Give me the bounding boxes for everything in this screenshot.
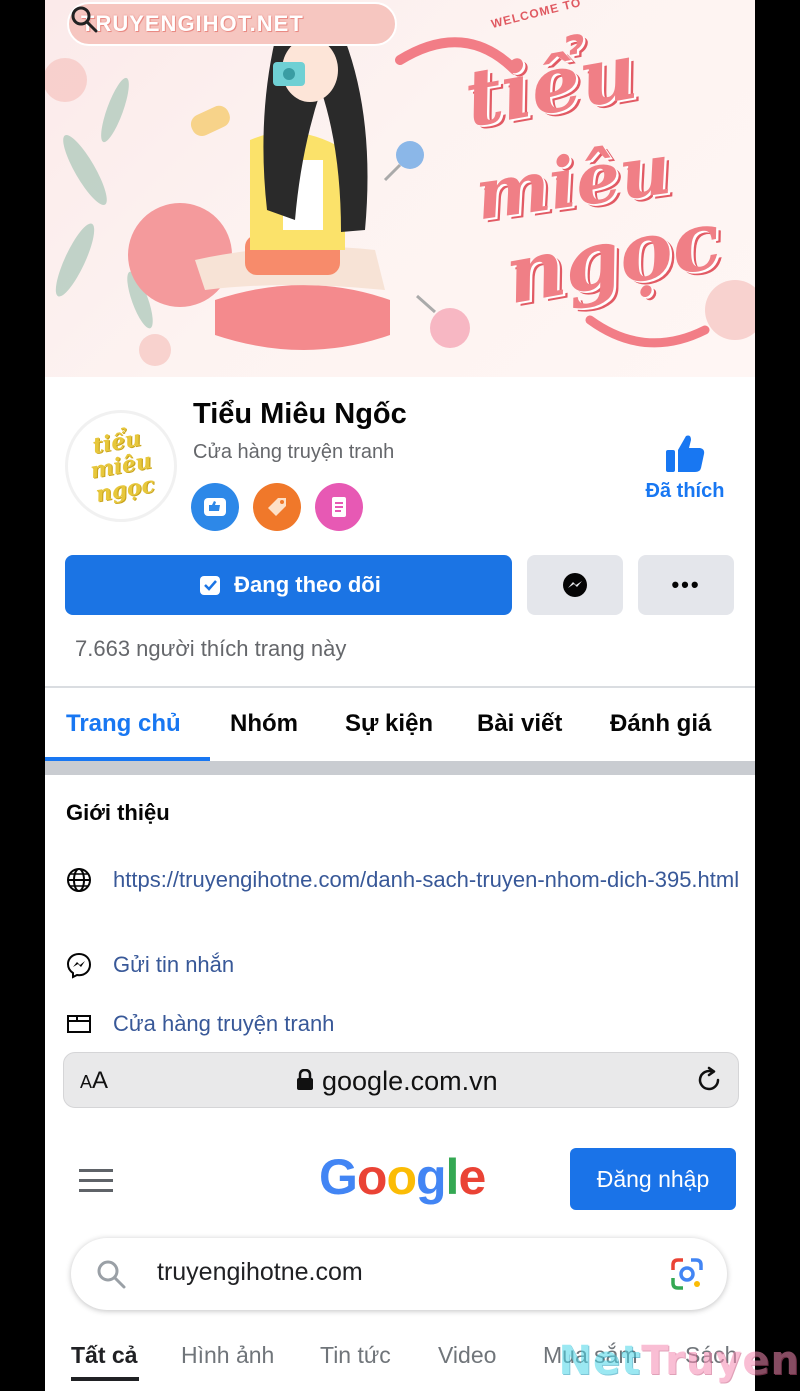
page-title: Tiểu Miêu Ngốc [193, 398, 407, 430]
following-label: Đang theo dõi [234, 572, 381, 597]
website-link[interactable]: https://truyengihotne.com/danh-sach-truy… [113, 866, 739, 894]
intro-website-row: https://truyengihotne.com/danh-sach-truy… [65, 866, 745, 894]
text-size-small-a: A [80, 1072, 93, 1092]
tab-groups[interactable]: Nhóm [230, 710, 298, 738]
text-size-button[interactable]: AA [80, 1067, 108, 1095]
search-query[interactable]: truyengihotne.com [157, 1258, 363, 1287]
thumbs-up-icon [666, 435, 705, 472]
more-options-button[interactable]: ••• [638, 555, 734, 615]
google-tab-images[interactable]: Hình ảnh [181, 1342, 274, 1369]
shop-category-link[interactable]: Cửa hàng truyện tranh [113, 1010, 334, 1038]
google-lens-icon[interactable] [669, 1256, 705, 1292]
menu-icon[interactable] [79, 1168, 113, 1194]
site-label: TRUYENGIHOT.NET [81, 11, 304, 36]
google-tab-all[interactable]: Tất cả [71, 1342, 137, 1369]
messenger-outline-icon [66, 952, 92, 979]
lock-icon [297, 1069, 313, 1090]
browser-address-bar[interactable]: AA google.com.vn [63, 1052, 739, 1108]
search-icon[interactable] [69, 4, 99, 34]
reload-icon[interactable] [694, 1065, 724, 1095]
address-url[interactable]: google.com.vn [322, 1066, 498, 1097]
shop-badge-icon[interactable] [253, 483, 301, 531]
cover-photo[interactable]: TRUYENGIHOT.NET WELCOME TO tiểu miêu ngọ… [45, 0, 755, 377]
tab-events[interactable]: Sự kiện [345, 710, 433, 738]
avatar-logo-text: tiểu miêu ngọc [88, 425, 157, 508]
section-separator [45, 761, 755, 775]
sign-in-button[interactable]: Đăng nhập [570, 1148, 736, 1210]
like-badge-icon[interactable] [191, 483, 239, 531]
intro-message-row: Gửi tin nhắn [65, 951, 745, 979]
watermark-part2: Truyen [641, 1338, 800, 1384]
messenger-button[interactable] [527, 555, 623, 615]
liked-button[interactable]: Đã thích [630, 430, 740, 503]
google-logo-letter: o [356, 1149, 388, 1205]
phone-screen: TRUYENGIHOT.NET WELCOME TO tiểu miêu ngọ… [45, 0, 755, 1391]
google-logo-letter: o [386, 1149, 417, 1205]
messenger-icon [563, 573, 587, 597]
watermark-part1: Net [558, 1338, 642, 1384]
tab-posts[interactable]: Bài viết [477, 710, 562, 738]
globe-icon [67, 868, 91, 892]
clipboard-icon [332, 497, 346, 517]
google-tab-video[interactable]: Video [438, 1342, 496, 1369]
more-icon: ••• [671, 572, 701, 597]
intro-heading: Giới thiệu [66, 800, 170, 825]
avatar[interactable]: tiểu miêu ngọc [65, 410, 177, 522]
storefront-icon [67, 1015, 91, 1033]
liked-label: Đã thích [645, 480, 725, 502]
checklist-badge-icon[interactable] [315, 483, 363, 531]
tab-reviews[interactable]: Đánh giá [610, 710, 711, 738]
google-logo-letter: l [445, 1149, 460, 1205]
google-tab-news[interactable]: Tin tức [320, 1342, 391, 1369]
site-watermark: NetTruyen [558, 1338, 800, 1384]
site-header-pill[interactable]: TRUYENGIHOT.NET [67, 2, 397, 46]
follow-check-icon [200, 576, 221, 595]
intro-shop-row: Cửa hàng truyện tranh [65, 1010, 745, 1038]
google-logo[interactable]: Google [319, 1148, 486, 1206]
text-size-large-a: A [92, 1067, 109, 1094]
search-input[interactable]: truyengihotne.com [71, 1238, 727, 1310]
tab-home[interactable]: Trang chủ [66, 710, 181, 738]
following-button[interactable]: Đang theo dõi [65, 555, 512, 615]
page-likes-count: 7.663 người thích trang này [75, 636, 347, 661]
search-icon [97, 1260, 126, 1289]
google-logo-letter: g [416, 1149, 447, 1205]
thumbs-up-heart-icon [204, 498, 226, 516]
google-active-tab-indicator [71, 1377, 139, 1381]
page-category: Cửa hàng truyện tranh [193, 441, 395, 463]
send-message-link[interactable]: Gửi tin nhắn [113, 951, 234, 979]
google-logo-letter: G [319, 1149, 358, 1205]
tabs-divider [45, 686, 755, 688]
google-logo-letter: e [458, 1149, 486, 1205]
tag-icon [268, 498, 286, 516]
page-tabs: Trang chủ Nhóm Sự kiện Bài viết Đánh giá [45, 690, 755, 762]
